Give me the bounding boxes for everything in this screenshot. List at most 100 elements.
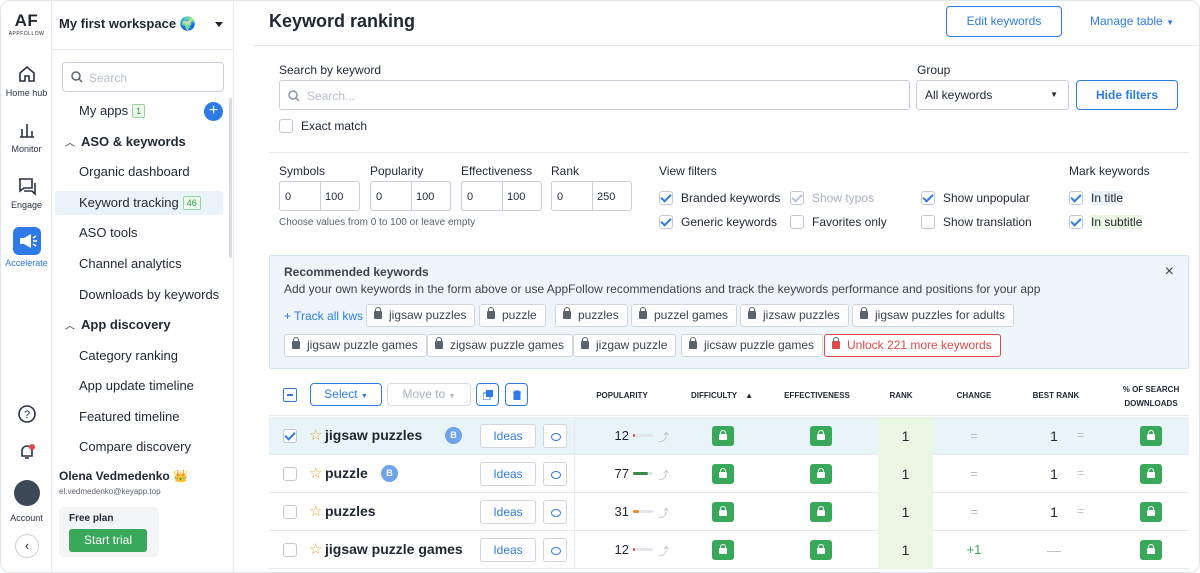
eye-icon[interactable] — [543, 424, 567, 448]
show-translation-checkbox[interactable] — [921, 215, 935, 229]
sidebar-item-featured-timeline[interactable]: Featured timeline — [79, 407, 179, 427]
ideas-button[interactable]: Ideas — [480, 424, 536, 448]
search-downloads-lock-icon[interactable] — [1140, 426, 1162, 446]
section-aso-keywords[interactable]: ︿ ASO & keywords — [65, 132, 186, 152]
edit-keywords-button[interactable]: Edit keywords — [946, 6, 1062, 37]
search-downloads-lock-icon[interactable] — [1140, 540, 1162, 560]
keyword-chip[interactable]: jigsaw puzzle games — [284, 334, 427, 357]
keyword-chip[interactable]: puzzel games — [631, 304, 738, 327]
effectiveness-lock-icon[interactable] — [810, 426, 832, 446]
keyword-chip[interactable]: jizsaw puzzles — [740, 304, 849, 327]
manage-table-button[interactable]: Manage table ▼ — [1090, 14, 1174, 28]
show-unpopular-checkbox[interactable] — [921, 191, 935, 205]
keyword-chip[interactable]: puzzle — [479, 304, 546, 327]
group-select[interactable]: All keywords ▼ — [916, 80, 1069, 110]
keyword-chip[interactable]: jigsaw puzzles — [366, 304, 476, 327]
branded-checkbox[interactable] — [659, 191, 673, 205]
rank-min-input[interactable]: 0 — [557, 191, 563, 203]
ideas-button[interactable]: Ideas — [480, 500, 536, 524]
sidebar-item-app-update-timeline[interactable]: App update timeline — [79, 376, 194, 396]
effectiveness-min-input[interactable]: 0 — [467, 191, 473, 203]
copy-button[interactable] — [476, 383, 499, 406]
ideas-button[interactable]: Ideas — [480, 462, 536, 486]
favorites-only-checkbox[interactable] — [790, 215, 804, 229]
ideas-button[interactable]: Ideas — [480, 538, 536, 562]
row-checkbox[interactable] — [283, 429, 297, 443]
hide-filters-button[interactable]: Hide filters — [1076, 80, 1178, 110]
sidebar-scrollbar[interactable] — [229, 98, 232, 258]
table-row[interactable]: ☆ jigsaw puzzle games Ideas 12 ⤴ 1 +1 — — [269, 531, 1189, 569]
sidebar-item-organic-dashboard[interactable]: Organic dashboard — [79, 162, 190, 182]
select-all-checkbox[interactable] — [283, 388, 297, 402]
add-app-button[interactable]: + — [204, 102, 223, 121]
unlock-more-keywords-button[interactable]: Unlock 221 more keywords — [824, 334, 1001, 357]
keyword-chip[interactable]: jigsaw puzzles for adults — [852, 304, 1015, 327]
column-difficulty[interactable]: DIFFICULTY ▲ — [691, 391, 753, 400]
sidebar-item-downloads-by-keywords[interactable]: Downloads by keywords — [79, 285, 219, 305]
effectiveness-lock-icon[interactable] — [810, 502, 832, 522]
keyword-search-input[interactable]: Search... — [279, 80, 910, 110]
symbols-min-input[interactable]: 0 — [285, 191, 291, 203]
column-change[interactable]: CHANGE — [951, 391, 997, 400]
rail-item-home-hub[interactable]: Home hub — [1, 63, 52, 98]
search-downloads-lock-icon[interactable] — [1140, 464, 1162, 484]
column-best-rank[interactable]: BEST RANK — [1026, 391, 1086, 400]
keyword-chip[interactable]: jizgaw puzzle — [573, 334, 677, 357]
symbols-max-input[interactable]: 100 — [325, 191, 343, 203]
eye-icon[interactable] — [543, 462, 567, 486]
rank-max-input[interactable]: 250 — [597, 191, 615, 203]
trend-chart-icon[interactable]: ⤴ — [658, 543, 669, 559]
effectiveness-max-input[interactable]: 100 — [507, 191, 525, 203]
popularity-min-input[interactable]: 0 — [376, 191, 382, 203]
appfollow-logo[interactable]: AF APPFOLLOW — [1, 11, 52, 37]
popularity-max-input[interactable]: 100 — [416, 191, 434, 203]
in-subtitle-checkbox[interactable] — [1069, 215, 1083, 229]
select-dropdown[interactable]: Select ▼ — [310, 383, 382, 406]
show-typos-checkbox[interactable] — [790, 191, 804, 205]
start-trial-button[interactable]: Start trial — [69, 529, 147, 552]
sidebar-item-compare-discovery[interactable]: Compare discovery — [79, 437, 191, 457]
close-icon[interactable]: × — [1165, 263, 1174, 281]
sidebar-item-my-apps[interactable]: My apps 1 — [79, 101, 146, 121]
rail-item-engage[interactable]: Engage — [1, 175, 52, 210]
column-rank[interactable]: RANK — [881, 391, 921, 400]
trend-chart-icon[interactable]: ⤴ — [658, 505, 669, 521]
sidebar-item-aso-tools[interactable]: ASO tools — [79, 223, 138, 243]
search-downloads-lock-icon[interactable] — [1140, 502, 1162, 522]
exact-match-checkbox[interactable] — [279, 119, 293, 133]
rail-item-monitor[interactable]: Monitor — [1, 119, 52, 154]
section-app-discovery[interactable]: ︿ App discovery — [65, 315, 171, 335]
eye-icon[interactable] — [543, 538, 567, 562]
table-row[interactable]: ☆ puzzle B Ideas 77 ⤴ 1 = 1 = — [269, 455, 1189, 493]
rail-item-accelerate[interactable]: Accelerate — [1, 227, 52, 268]
sidebar-item-keyword-tracking[interactable]: Keyword tracking 46 — [79, 193, 201, 213]
difficulty-lock-icon[interactable] — [712, 464, 734, 484]
workspace-switcher[interactable]: My first workspace 🌍 — [59, 16, 229, 38]
sidebar-item-channel-analytics[interactable]: Channel analytics — [79, 254, 182, 274]
difficulty-lock-icon[interactable] — [712, 426, 734, 446]
in-title-checkbox[interactable] — [1069, 191, 1083, 205]
row-checkbox[interactable] — [283, 543, 297, 557]
help-icon[interactable]: ? — [17, 404, 37, 424]
effectiveness-lock-icon[interactable] — [810, 464, 832, 484]
keyword-chip[interactable]: jicsaw puzzle games — [681, 334, 824, 357]
keyword-chip[interactable]: puzzles — [555, 304, 628, 327]
keyword-chip[interactable]: zigsaw puzzle games — [427, 334, 574, 357]
difficulty-lock-icon[interactable] — [712, 540, 734, 560]
star-icon[interactable]: ☆ — [309, 464, 322, 482]
notifications-bell-icon[interactable] — [18, 443, 36, 461]
track-all-keywords-link[interactable]: + Track all kws — [284, 309, 363, 323]
trend-chart-icon[interactable]: ⤴ — [658, 429, 669, 445]
delete-button[interactable] — [505, 383, 528, 406]
generic-checkbox[interactable] — [659, 215, 673, 229]
row-checkbox[interactable] — [283, 467, 297, 481]
avatar[interactable] — [14, 480, 40, 506]
collapse-sidebar-icon[interactable]: ‹ — [15, 534, 39, 558]
column-search-downloads[interactable]: % OF SEARCH DOWNLOADS — [1113, 383, 1189, 411]
effectiveness-lock-icon[interactable] — [810, 540, 832, 560]
table-row[interactable]: ☆ puzzles Ideas 31 ⤴ 1 = 1 = — [269, 493, 1189, 531]
star-icon[interactable]: ☆ — [309, 502, 322, 520]
sidebar-search-input[interactable]: Search — [62, 62, 224, 92]
sidebar-item-category-ranking[interactable]: Category ranking — [79, 346, 178, 366]
star-icon[interactable]: ☆ — [309, 426, 322, 444]
